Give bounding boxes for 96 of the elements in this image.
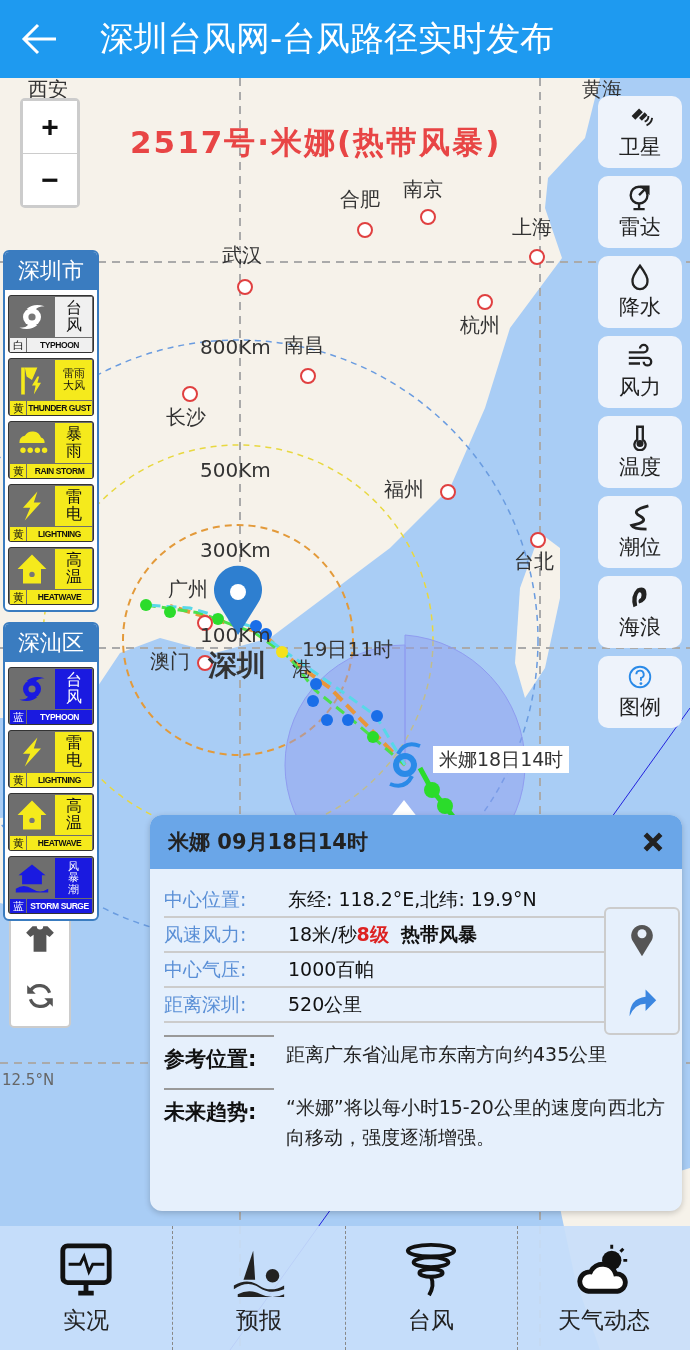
nav-observation-tab[interactable]: 实况 bbox=[0, 1226, 172, 1350]
signal-name: 高温 bbox=[55, 795, 92, 835]
signal-name: 台风 bbox=[55, 297, 92, 337]
info-label: 中心气压: bbox=[164, 956, 248, 982]
warning-signal[interactable]: 雷电 黄 LIGHTNING bbox=[8, 730, 94, 788]
warning-signal[interactable]: 台风 白 TYPHOON bbox=[8, 295, 94, 353]
signal-name: 暴雨 bbox=[55, 423, 92, 463]
city-label: 福州 bbox=[384, 478, 424, 500]
note-text: “米娜”将以每小时15-20公里的速度向西北方向移动，强度逐渐增强。 bbox=[286, 1094, 666, 1150]
typhoon-icon bbox=[388, 742, 422, 788]
warning-signal[interactable]: 雷雨大风 黄 THUNDER GUST bbox=[8, 358, 94, 416]
city-label: 广州 bbox=[168, 578, 208, 600]
signal-name: 雷雨大风 bbox=[55, 360, 92, 400]
signal-name: 风暴潮 bbox=[55, 858, 92, 898]
page-title: 深圳台风网-台风路径实时发布 bbox=[100, 17, 555, 60]
info-value: 东经: 118.2°E,北纬: 19.9°N bbox=[288, 886, 537, 912]
signal-english: STORM SURGE bbox=[27, 899, 92, 913]
temperature-button[interactable]: 温度 bbox=[598, 416, 682, 488]
city-marker-icon bbox=[357, 222, 373, 238]
info-label: 距离深圳: bbox=[164, 991, 248, 1017]
city-label: 西安 bbox=[28, 78, 68, 100]
signal-level: 黄 bbox=[10, 590, 26, 604]
city-marker-icon bbox=[182, 386, 198, 402]
region-title: 深圳市 bbox=[5, 252, 97, 290]
info-value: 18米/秒8级 热带风暴 bbox=[288, 921, 477, 947]
city-label: 南昌 bbox=[284, 334, 324, 356]
signal-name: 台风 bbox=[55, 669, 92, 709]
signal-name: 高温 bbox=[55, 549, 92, 589]
note-text: 距离广东省汕尾市东南方向约435公里 bbox=[286, 1042, 609, 1067]
wind-button[interactable]: 风力 bbox=[598, 336, 682, 408]
city-label: 深圳 bbox=[208, 647, 266, 684]
city-label: 长沙 bbox=[166, 406, 206, 428]
region-title: 深汕区 bbox=[5, 624, 97, 662]
help-icon bbox=[626, 663, 654, 691]
distance-label: 500Km bbox=[200, 459, 271, 481]
signal-level: 黄 bbox=[10, 401, 26, 415]
signal-level: 黄 bbox=[10, 773, 26, 787]
city-label: 合肥 bbox=[340, 188, 380, 210]
info-value: 520公里 bbox=[288, 991, 363, 1017]
track-time-label: 19日11时 bbox=[302, 638, 393, 660]
signal-english: TYPHOON bbox=[27, 710, 92, 724]
typhoon-title: 2517号·米娜(热带风暴) bbox=[130, 123, 502, 162]
nav-weather-tab[interactable]: 天气动态 bbox=[517, 1226, 690, 1350]
info-value: 1000百帕 bbox=[288, 956, 375, 982]
warning-signal[interactable]: 暴雨 黄 RAIN STORM bbox=[8, 421, 94, 479]
signal-name: 雷电 bbox=[55, 732, 92, 772]
track-time-label: 米娜18日14时 bbox=[433, 746, 570, 773]
city-marker-icon bbox=[237, 279, 253, 295]
distance-label: 300Km bbox=[200, 539, 271, 561]
signal-english: TYPHOON bbox=[27, 338, 92, 352]
signal-level: 黄 bbox=[10, 836, 26, 850]
rain-button[interactable]: 降水 bbox=[598, 256, 682, 328]
tide-button[interactable]: 潮位 bbox=[598, 496, 682, 568]
signal-level: 黄 bbox=[10, 464, 26, 478]
warning-signal[interactable]: 高温 黄 HEATWAVE bbox=[8, 793, 94, 851]
signal-english: THUNDER GUST bbox=[27, 401, 92, 415]
warning-signal[interactable]: 风暴潮 蓝 STORM SURGE bbox=[8, 856, 94, 914]
warning-signal[interactable]: 台风 蓝 TYPHOON bbox=[8, 667, 94, 725]
signal-english: HEATWAVE bbox=[27, 836, 92, 850]
signal-english: LIGHTNING bbox=[27, 773, 92, 787]
nav-typhoon-tab[interactable]: 台风 bbox=[344, 1226, 518, 1350]
popup-title: 米娜 09月18日14时 bbox=[168, 829, 368, 856]
latitude-label: 12.5°N bbox=[2, 1072, 55, 1089]
signal-english: HEATWAVE bbox=[27, 590, 92, 604]
radar-button[interactable]: 雷达 bbox=[598, 176, 682, 248]
note-label: 未来趋势: bbox=[164, 1087, 274, 1153]
info-label: 中心位置: bbox=[164, 886, 248, 912]
signal-level: 黄 bbox=[10, 527, 26, 541]
wave-button[interactable]: 海浪 bbox=[598, 576, 682, 648]
close-icon[interactable] bbox=[642, 831, 664, 853]
city-marker-icon bbox=[530, 532, 546, 548]
zoom-out-button[interactable]: − bbox=[23, 153, 77, 205]
signal-level: 蓝 bbox=[10, 710, 26, 724]
city-marker-icon bbox=[477, 294, 493, 310]
city-label: 台北 bbox=[514, 550, 554, 572]
info-label: 风速风力: bbox=[164, 921, 248, 947]
warning-signal[interactable]: 雷电 黄 LIGHTNING bbox=[8, 484, 94, 542]
distance-label: 800Km bbox=[200, 336, 271, 358]
city-label: 杭州 bbox=[460, 314, 500, 336]
city-label: 澳门 bbox=[150, 650, 190, 672]
warning-signal[interactable]: 高温 黄 HEATWAVE bbox=[8, 547, 94, 605]
city-marker-icon bbox=[529, 249, 545, 265]
city-marker-icon bbox=[440, 484, 456, 500]
signal-english: LIGHTNING bbox=[27, 527, 92, 541]
note-label: 参考位置: bbox=[164, 1035, 274, 1076]
city-marker-icon bbox=[300, 368, 316, 384]
city-label: 武汉 bbox=[222, 244, 262, 266]
city-label: 上海 bbox=[512, 216, 552, 238]
nav-forecast-tab[interactable]: 预报 bbox=[171, 1226, 345, 1350]
city-label: 南京 bbox=[403, 178, 443, 200]
signal-name: 雷电 bbox=[55, 486, 92, 526]
signal-level: 蓝 bbox=[10, 899, 26, 913]
signal-level: 白 bbox=[10, 338, 26, 352]
city-marker-icon bbox=[420, 209, 436, 225]
legend-button[interactable]: 图例 bbox=[598, 656, 682, 728]
signal-english: RAIN STORM bbox=[27, 464, 92, 478]
